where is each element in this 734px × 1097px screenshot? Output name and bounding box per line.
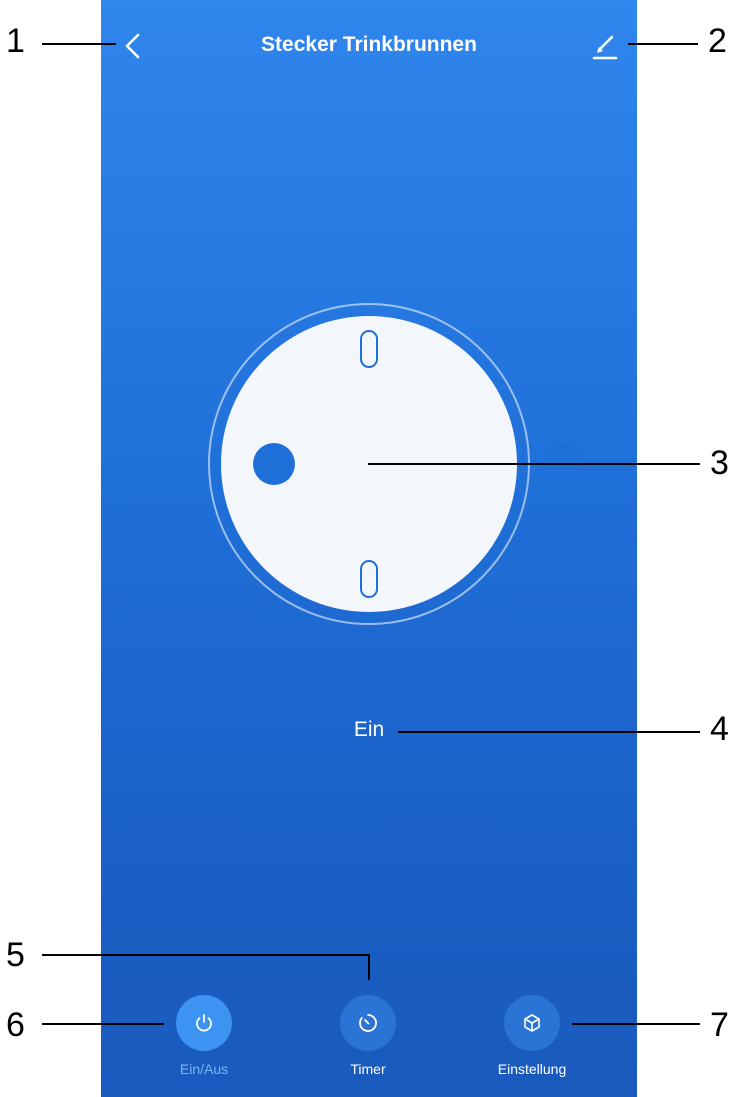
cube-icon <box>524 1014 540 1032</box>
callout-line-6 <box>42 1023 164 1025</box>
callout-1: 1 <box>6 22 25 60</box>
callout-line-1 <box>42 43 116 45</box>
power-icon <box>196 1014 212 1032</box>
timer-button[interactable] <box>340 995 396 1051</box>
callout-line-7 <box>572 1023 700 1025</box>
socket-slot-bottom <box>360 560 378 598</box>
nav-label-settings: Einstellung <box>497 1061 567 1077</box>
power-status: Ein <box>353 718 385 741</box>
callout-line-5 <box>42 954 370 956</box>
edit-button[interactable] <box>588 28 622 64</box>
callout-7: 7 <box>710 1006 729 1044</box>
nav-label-timer: Timer <box>350 1061 386 1077</box>
socket-pin-left <box>253 443 295 485</box>
callout-line-4 <box>398 731 700 733</box>
socket-slot-top <box>360 330 378 368</box>
callout-2: 2 <box>708 22 727 60</box>
pencil-icon <box>592 35 618 60</box>
callout-6: 6 <box>6 1006 25 1044</box>
callout-line-5-drop <box>368 954 370 980</box>
callout-line-3 <box>368 463 700 465</box>
page-title: Stecker Trinkbrunnen <box>261 33 477 56</box>
power-button[interactable] <box>176 995 232 1051</box>
timer-icon <box>359 1014 377 1032</box>
settings-button[interactable] <box>504 995 560 1051</box>
callout-4: 4 <box>710 710 729 748</box>
app-screen: Stecker Trinkbrunnen Ein Ein/Aus Timer E… <box>101 0 637 1097</box>
callout-line-2 <box>628 43 698 45</box>
nav-label-power: Ein/Aus <box>179 1061 229 1077</box>
callout-3: 3 <box>710 444 729 482</box>
callout-5: 5 <box>6 936 25 974</box>
